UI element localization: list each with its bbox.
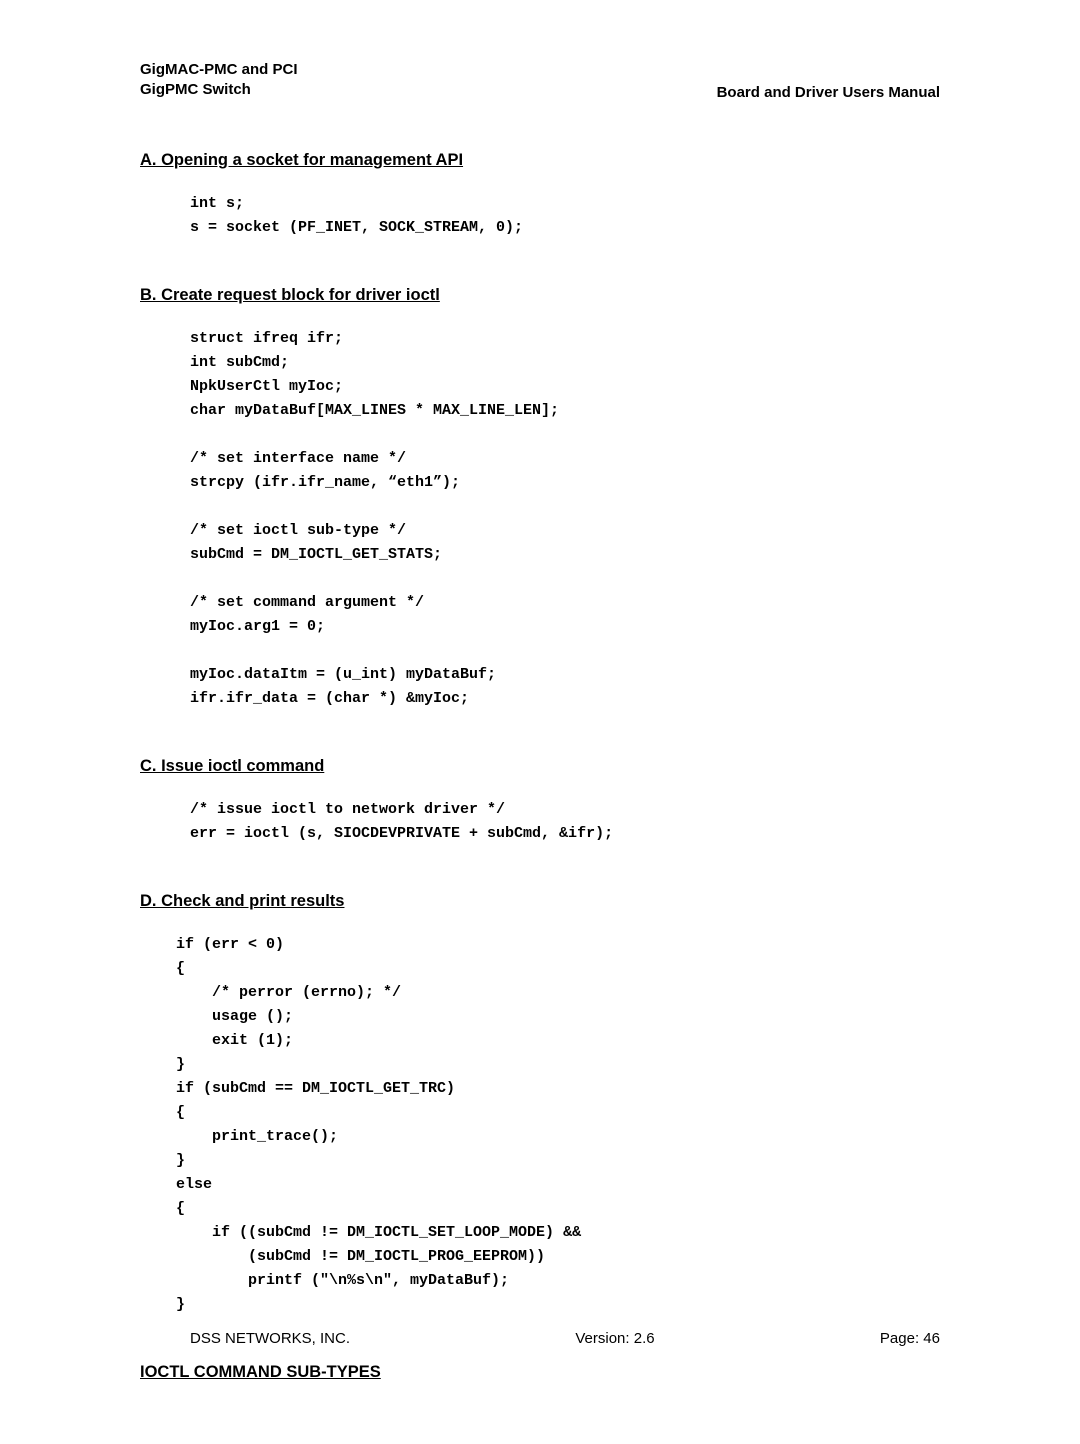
page-header: GigMAC-PMC and PCI GigPMC Switch Board a…	[140, 60, 940, 101]
code-section-a: int s; s = socket (PF_INET, SOCK_STREAM,…	[190, 192, 940, 240]
heading-ioctl-subtypes: IOCTL COMMAND SUB-TYPES	[140, 1363, 940, 1382]
heading-section-c: C. Issue ioctl command	[140, 757, 940, 776]
footer-company: DSS NETWORKS, INC.	[190, 1330, 350, 1347]
code-section-c: /* issue ioctl to network driver */ err …	[190, 798, 940, 846]
header-product-line2: GigPMC Switch	[140, 80, 298, 100]
heading-section-d: D. Check and print results	[140, 892, 940, 911]
page-footer: DSS NETWORKS, INC. Version: 2.6 Page: 46	[0, 1330, 1080, 1347]
footer-page-number: Page: 46	[880, 1330, 940, 1347]
header-left: GigMAC-PMC and PCI GigPMC Switch	[140, 60, 298, 101]
header-product-line1: GigMAC-PMC and PCI	[140, 60, 298, 80]
heading-section-b: B. Create request block for driver ioctl	[140, 286, 940, 305]
document-page: GigMAC-PMC and PCI GigPMC Switch Board a…	[0, 0, 1080, 1444]
code-section-d: if (err < 0) { /* perror (errno); */ usa…	[176, 933, 940, 1317]
heading-section-a: A. Opening a socket for management API	[140, 151, 940, 170]
header-manual-title: Board and Driver Users Manual	[717, 84, 940, 101]
footer-version: Version: 2.6	[575, 1330, 654, 1347]
code-section-b: struct ifreq ifr; int subCmd; NpkUserCtl…	[190, 327, 940, 711]
